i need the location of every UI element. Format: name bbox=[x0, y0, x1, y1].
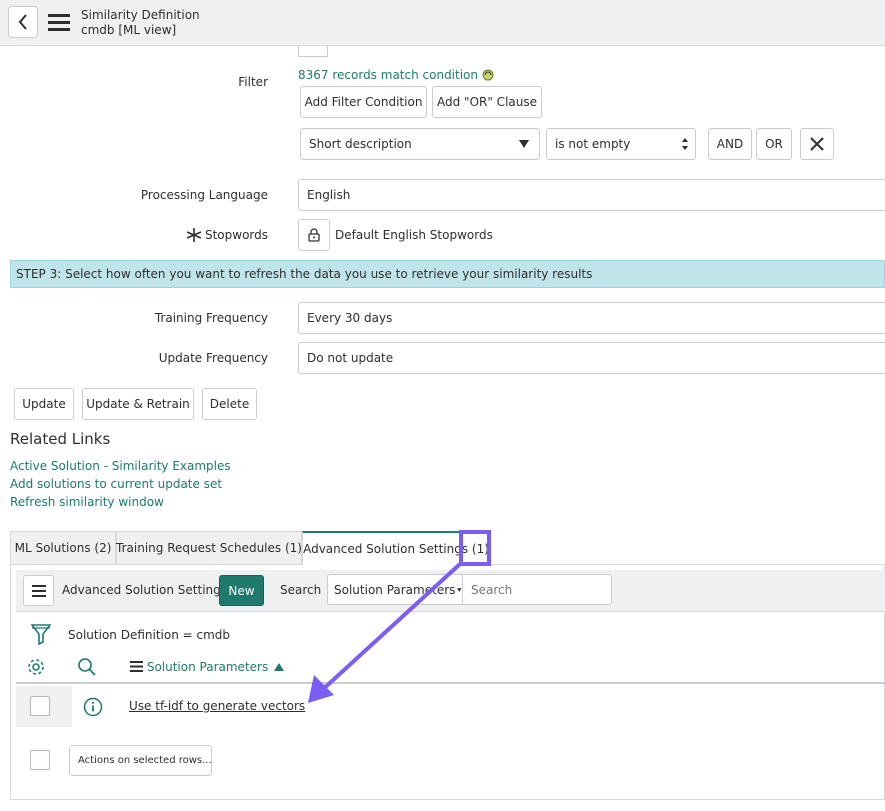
info-icon[interactable] bbox=[83, 697, 103, 720]
step3-banner: STEP 3: Select how often you want to ref… bbox=[10, 260, 885, 288]
column-header-label: Solution Parameters bbox=[146, 660, 269, 674]
partial-control bbox=[298, 46, 328, 57]
tab-ml-solutions[interactable]: ML Solutions (2) bbox=[10, 531, 116, 565]
actions-select-value: Actions on selected rows... bbox=[78, 755, 212, 766]
mandatory-icon bbox=[186, 228, 202, 245]
caret-down-icon bbox=[519, 140, 529, 148]
filter-operator-select[interactable]: is not empty bbox=[546, 128, 696, 160]
form-title: Similarity Definition bbox=[81, 8, 200, 22]
update-frequency-field[interactable]: Do not update bbox=[298, 342, 885, 374]
update-frequency-label: Update Frequency bbox=[158, 351, 268, 365]
back-button[interactable] bbox=[8, 6, 38, 38]
and-button[interactable]: AND bbox=[708, 128, 752, 160]
hamburger-icon bbox=[31, 584, 46, 597]
delete-button[interactable]: Delete bbox=[202, 388, 257, 420]
add-filter-condition-button[interactable]: Add Filter Condition bbox=[300, 86, 427, 118]
related-links-title: Related Links bbox=[10, 430, 111, 448]
filter-operator-value: is not empty bbox=[555, 137, 631, 151]
filter-label: Filter bbox=[238, 75, 268, 89]
remove-condition-button[interactable] bbox=[800, 128, 834, 160]
column-header-solution-parameters[interactable]: Solution Parameters bbox=[130, 660, 285, 674]
or-button[interactable]: OR bbox=[756, 128, 792, 160]
records-match-text: 8367 records match condition bbox=[298, 68, 478, 82]
search-input[interactable] bbox=[462, 574, 612, 605]
sort-arrows-icon bbox=[682, 138, 688, 150]
related-link-active-solution[interactable]: Active Solution - Similarity Examples bbox=[10, 459, 231, 473]
add-or-clause-button[interactable]: Add "OR" Clause bbox=[432, 86, 542, 118]
breadcrumb[interactable]: Solution Definition = cmdb bbox=[68, 628, 230, 642]
update-button[interactable]: Update bbox=[14, 388, 74, 420]
column-menu-icon[interactable] bbox=[130, 661, 143, 672]
related-link-refresh-window[interactable]: Refresh similarity window bbox=[10, 495, 164, 509]
search-icon[interactable] bbox=[77, 657, 97, 680]
row-checkbox[interactable] bbox=[30, 696, 50, 716]
filter-field-value: Short description bbox=[309, 137, 412, 151]
sort-ascending-icon bbox=[274, 663, 285, 671]
filter-funnel-icon[interactable] bbox=[30, 623, 52, 648]
filter-field-select[interactable]: Short description bbox=[300, 128, 540, 160]
list-context-menu-button[interactable] bbox=[23, 575, 54, 606]
stopwords-value: Default English Stopwords bbox=[335, 228, 493, 242]
lock-icon bbox=[308, 228, 320, 242]
processing-language-field[interactable]: English bbox=[298, 179, 885, 211]
row-link[interactable]: Use tf-idf to generate vectors bbox=[129, 699, 305, 713]
chevron-left-icon bbox=[18, 14, 27, 30]
stopwords-label: Stopwords bbox=[204, 228, 268, 242]
training-frequency-field[interactable]: Every 30 days bbox=[298, 302, 885, 334]
new-button[interactable]: New bbox=[219, 575, 264, 606]
records-match-link[interactable]: 8367 records match condition bbox=[298, 68, 494, 82]
processing-language-label: Processing Language bbox=[140, 188, 268, 202]
form-subtitle: cmdb [ML view] bbox=[81, 23, 177, 37]
tab-training-request-schedules[interactable]: Training Request Schedules (1) bbox=[116, 531, 302, 565]
gear-icon[interactable] bbox=[26, 657, 46, 680]
select-all-checkbox[interactable] bbox=[30, 750, 50, 770]
related-link-add-solutions[interactable]: Add solutions to current update set bbox=[10, 477, 222, 491]
hamburger-menu-icon[interactable] bbox=[48, 13, 70, 34]
unlock-stopwords-button[interactable] bbox=[298, 219, 330, 251]
training-frequency-label: Training Frequency bbox=[154, 311, 268, 325]
close-icon bbox=[810, 137, 824, 151]
list-title: Advanced Solution Settings bbox=[62, 583, 228, 597]
refresh-count-icon[interactable] bbox=[482, 68, 494, 82]
annotation-arrow-icon bbox=[308, 562, 462, 703]
update-retrain-button[interactable]: Update & Retrain bbox=[82, 388, 194, 420]
form-header: Similarity Definition cmdb [ML view] bbox=[0, 0, 885, 46]
actions-on-selected-select[interactable]: Actions on selected rows... bbox=[69, 745, 212, 776]
